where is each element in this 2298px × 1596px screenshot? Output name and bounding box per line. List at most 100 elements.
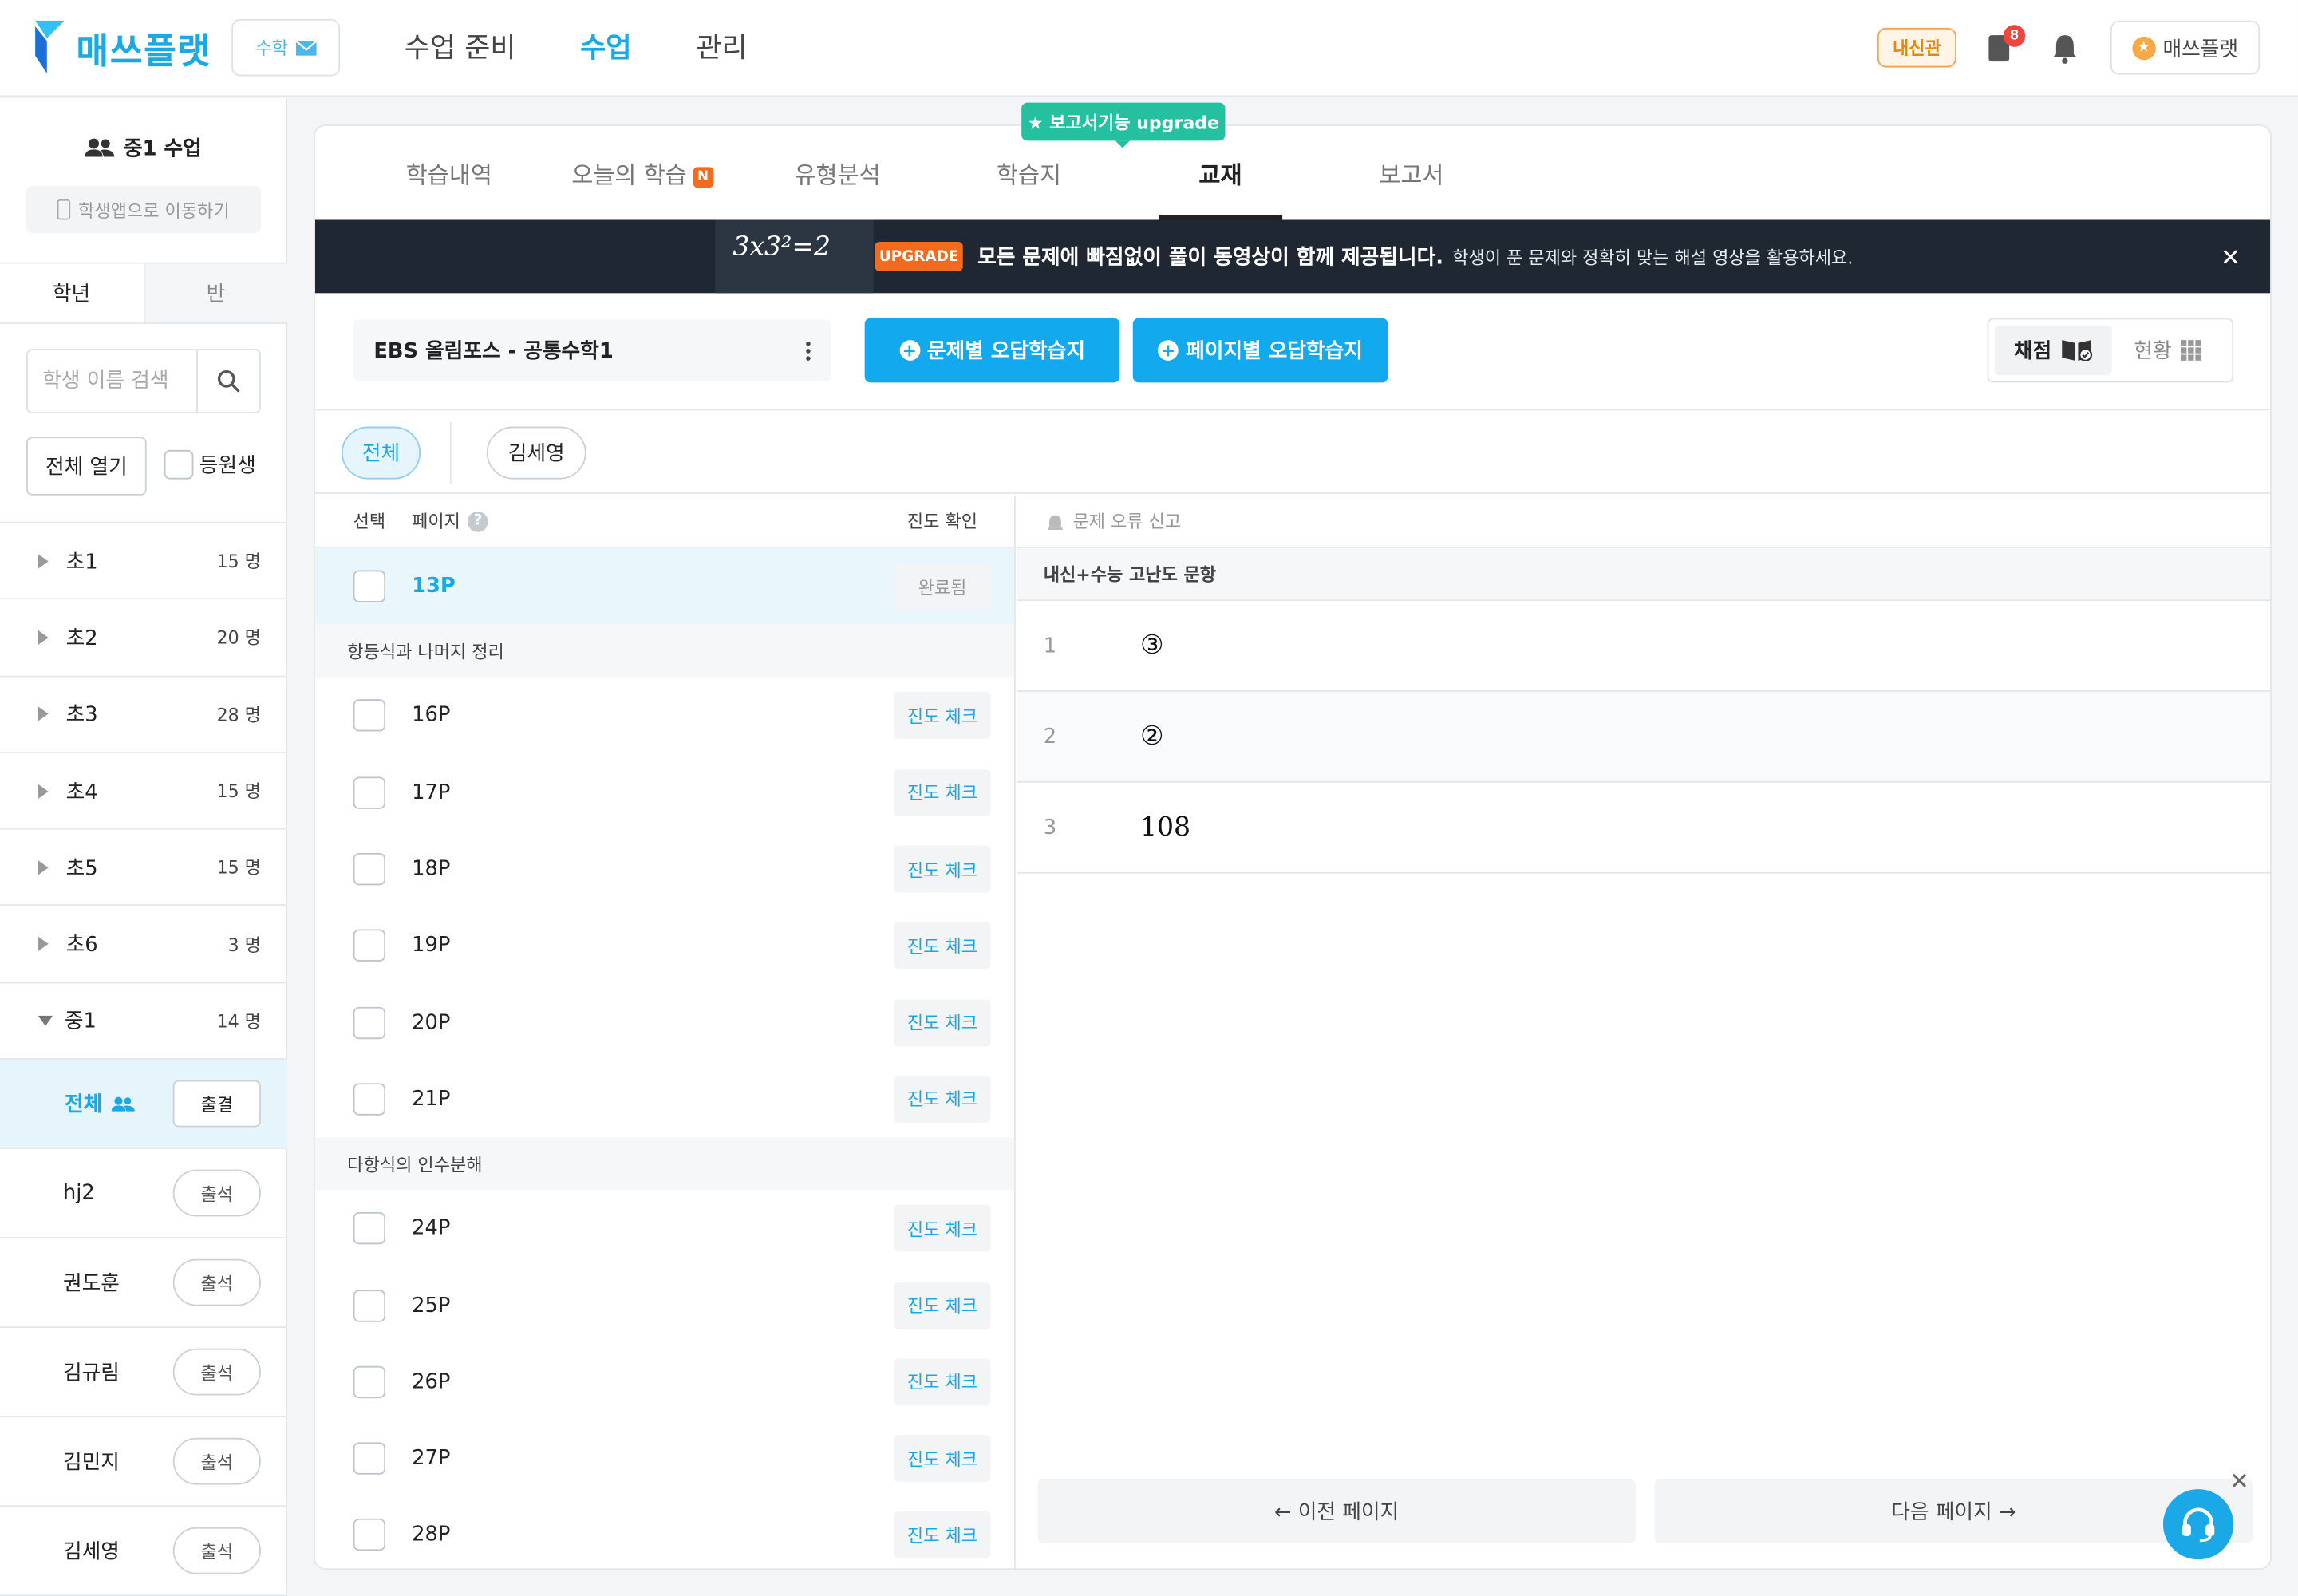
nav-item-manage[interactable]: 관리 bbox=[696, 26, 747, 66]
logo[interactable]: 매쓰플랫 bbox=[35, 20, 211, 73]
grade-item[interactable]: 초6 3 명 bbox=[0, 907, 287, 984]
tab-grade[interactable]: 학년 bbox=[0, 263, 144, 323]
student-item[interactable]: 김규림 출석 bbox=[0, 1328, 287, 1418]
page-checkbox[interactable] bbox=[353, 1442, 386, 1475]
page-checkbox[interactable] bbox=[353, 1289, 386, 1321]
tab-textbook[interactable]: 교재 bbox=[1198, 156, 1242, 191]
tab-class[interactable]: 반 bbox=[144, 263, 287, 323]
progress-check-button[interactable]: 진도 체크 bbox=[894, 1358, 991, 1406]
filter-chip-all[interactable]: 전체 bbox=[341, 426, 421, 480]
page-row-selected[interactable]: 13P 완료됨 bbox=[314, 547, 1014, 625]
move-to-student-app-button[interactable]: 학생앱으로 이동하기 bbox=[26, 186, 261, 234]
open-all-button[interactable]: 전체 열기 bbox=[26, 437, 147, 496]
student-item[interactable]: 김세영 출석 bbox=[0, 1507, 287, 1596]
check-in-button[interactable]: 출석 bbox=[172, 1527, 261, 1574]
page-checkbox[interactable] bbox=[353, 699, 386, 733]
prev-page-button[interactable]: ← 이전 페이지 bbox=[1037, 1479, 1636, 1544]
tab-report[interactable]: 보고서 bbox=[1379, 156, 1443, 191]
page-checkbox[interactable] bbox=[353, 570, 386, 603]
progress-check-button[interactable]: 진도 체크 bbox=[894, 922, 991, 970]
page-row[interactable]: 24P 진도 체크 bbox=[315, 1191, 1014, 1267]
textbook-selector[interactable]: EBS 올림포스 - 공통수학1 bbox=[353, 319, 831, 381]
page-row[interactable]: 21P 진도 체크 bbox=[315, 1061, 1014, 1137]
page-checkbox[interactable] bbox=[353, 1365, 386, 1398]
grading-view-button[interactable]: 채점 bbox=[1994, 325, 2112, 376]
page-checkbox[interactable] bbox=[353, 853, 386, 886]
page-row[interactable]: 20P 진도 체크 bbox=[315, 984, 1014, 1061]
all-students-label: 전체 bbox=[65, 1089, 173, 1119]
progress-check-button[interactable]: 진도 체크 bbox=[894, 1282, 991, 1329]
close-icon[interactable]: ✕ bbox=[2217, 243, 2244, 271]
page-row[interactable]: 26P 진도 체크 bbox=[315, 1344, 1014, 1420]
grade-name: 초1 bbox=[65, 550, 98, 575]
bell-icon[interactable] bbox=[2051, 32, 2080, 64]
progress-check-button[interactable]: 진도 체크 bbox=[894, 1075, 991, 1123]
page-wrong-answer-sheet-button[interactable]: + 페이지별 오답학습지 bbox=[1132, 318, 1388, 383]
support-chat-button[interactable] bbox=[2162, 1489, 2234, 1560]
grade-item-expanded[interactable]: 중1 14 명 bbox=[0, 983, 287, 1061]
page-row[interactable]: 17P 진도 체크 bbox=[315, 754, 1014, 831]
page-checkbox[interactable] bbox=[353, 1212, 386, 1245]
progress-check-button[interactable]: 진도 체크 bbox=[894, 998, 991, 1046]
account-button[interactable]: ★ 매쓰플랫 bbox=[2110, 20, 2260, 75]
grade-item[interactable]: 초4 15 명 bbox=[0, 753, 287, 830]
tab-worksheet[interactable]: 학습지 bbox=[997, 156, 1061, 191]
page-row[interactable]: 28P 진도 체크 bbox=[315, 1497, 1014, 1569]
answer-row: 1③ bbox=[1017, 601, 2271, 692]
student-item[interactable]: hj2 출석 bbox=[0, 1149, 287, 1239]
page-row[interactable]: 25P 진도 체크 bbox=[315, 1267, 1014, 1344]
next-page-button[interactable]: 다음 페이지 → bbox=[1654, 1479, 2253, 1544]
problem-wrong-answer-sheet-button[interactable]: + 문제별 오답학습지 bbox=[864, 318, 1120, 383]
student-search-input[interactable] bbox=[27, 350, 197, 413]
subject-selector[interactable]: 수학 bbox=[231, 18, 341, 77]
app-root: 매쓰플랫 수학 수업 준비 수업 관리 내신관 8 ★ 매쓰플랫 중1 수업 학… bbox=[0, 0, 2298, 1596]
page-row[interactable]: 19P 진도 체크 bbox=[315, 907, 1014, 984]
report-error-link[interactable]: 문제 오류 신고 bbox=[1017, 496, 2271, 548]
page-checkbox[interactable] bbox=[353, 776, 386, 809]
caret-right-icon bbox=[38, 936, 49, 952]
nav-item-class[interactable]: 수업 bbox=[580, 26, 631, 66]
school-exam-badge[interactable]: 내신관 bbox=[1877, 27, 1956, 68]
tab-history[interactable]: 학습내역 bbox=[406, 156, 492, 191]
check-in-button[interactable]: 출석 bbox=[172, 1437, 261, 1485]
more-options-icon[interactable] bbox=[804, 341, 810, 360]
check-in-button[interactable]: 출석 bbox=[172, 1258, 261, 1306]
enrolled-filter[interactable]: 등원생 bbox=[164, 449, 256, 480]
attendance-button[interactable]: 출결 bbox=[172, 1080, 261, 1128]
upgrade-banner[interactable]: 3x3²=2 UPGRADE 모든 문제에 빠짐없이 풀이 동영상이 함께 제공… bbox=[314, 219, 2271, 294]
progress-check-button[interactable]: 진도 체크 bbox=[894, 845, 991, 893]
nav-item-class-prep[interactable]: 수업 준비 bbox=[405, 26, 516, 66]
grade-item[interactable]: 초5 15 명 bbox=[0, 830, 287, 907]
search-button[interactable] bbox=[196, 350, 259, 413]
page-checkbox[interactable] bbox=[353, 930, 386, 962]
page-row[interactable]: 18P 진도 체크 bbox=[315, 831, 1014, 907]
filter-chip-student[interactable]: 김세영 bbox=[486, 426, 586, 480]
page-checkbox[interactable] bbox=[353, 1006, 386, 1039]
status-view-button[interactable]: 현황 bbox=[2112, 326, 2224, 375]
enrolled-checkbox[interactable] bbox=[164, 449, 194, 480]
page-checkbox[interactable] bbox=[353, 1083, 386, 1116]
help-icon[interactable]: ? bbox=[468, 511, 488, 531]
grade-count: 15 명 bbox=[216, 781, 261, 802]
page-checkbox[interactable] bbox=[353, 1519, 386, 1551]
grade-item[interactable]: 초1 15 명 bbox=[0, 523, 287, 600]
check-in-button[interactable]: 출석 bbox=[172, 1169, 261, 1217]
check-in-button[interactable]: 출석 bbox=[172, 1348, 261, 1396]
all-students-row[interactable]: 전체 출결 bbox=[0, 1060, 287, 1150]
progress-check-button[interactable]: 진도 체크 bbox=[894, 692, 991, 740]
progress-check-button[interactable]: 진도 체크 bbox=[894, 1205, 991, 1252]
page-row[interactable]: 16P 진도 체크 bbox=[315, 678, 1014, 754]
page-row[interactable]: 27P 진도 체크 bbox=[315, 1420, 1014, 1497]
progress-check-button[interactable]: 진도 체크 bbox=[894, 1511, 991, 1559]
close-icon[interactable]: ✕ bbox=[2228, 1467, 2251, 1495]
student-item[interactable]: 김민지 출석 bbox=[0, 1417, 287, 1507]
tab-type-analysis[interactable]: 유형분석 bbox=[794, 156, 880, 191]
student-item[interactable]: 권도훈 출석 bbox=[0, 1238, 287, 1329]
tab-today[interactable]: 오늘의 학습 N bbox=[571, 156, 713, 191]
grade-item[interactable]: 초2 20 명 bbox=[0, 600, 287, 677]
grade-item[interactable]: 초3 28 명 bbox=[0, 677, 287, 753]
progress-check-button[interactable]: 진도 체크 bbox=[894, 768, 991, 816]
plus-circle-icon: + bbox=[1158, 340, 1179, 361]
progress-check-button[interactable]: 진도 체크 bbox=[894, 1435, 991, 1483]
page-label: 27P bbox=[412, 1447, 451, 1471]
